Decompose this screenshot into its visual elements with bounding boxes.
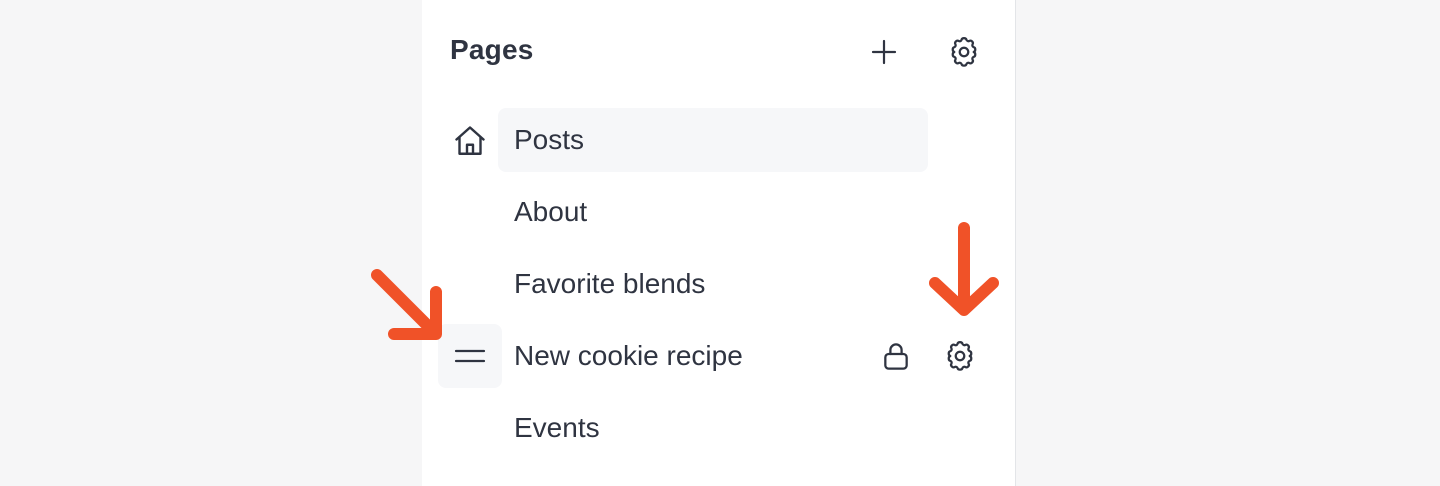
panel-title: Pages	[450, 34, 534, 65]
page-item-favorite-blends[interactable]: Favorite blends	[498, 252, 928, 316]
page-item-about[interactable]: About	[498, 180, 928, 244]
gear-icon	[947, 341, 973, 371]
page-label: Posts	[514, 124, 585, 155]
page-item-posts[interactable]: Posts	[498, 108, 928, 172]
page-label: Favorite blends	[514, 268, 706, 299]
page-label: New cookie recipe	[514, 340, 743, 371]
gear-icon	[951, 37, 977, 67]
add-page-button[interactable]	[864, 32, 904, 72]
annotation-arrow-diagonal	[371, 269, 442, 340]
home-icon	[450, 121, 490, 161]
drag-handle-icon	[454, 349, 486, 363]
pages-settings-button[interactable]	[944, 32, 984, 72]
page-label: About	[514, 196, 588, 227]
lock-icon	[876, 336, 916, 376]
page-item-new-cookie-recipe[interactable]: New cookie recipe	[498, 324, 928, 388]
annotation-arrow-down	[929, 222, 999, 316]
page-item-events[interactable]: Events	[498, 396, 928, 460]
plus-icon	[871, 39, 897, 65]
page-label: Events	[514, 412, 600, 443]
page-settings-button[interactable]	[940, 336, 980, 376]
